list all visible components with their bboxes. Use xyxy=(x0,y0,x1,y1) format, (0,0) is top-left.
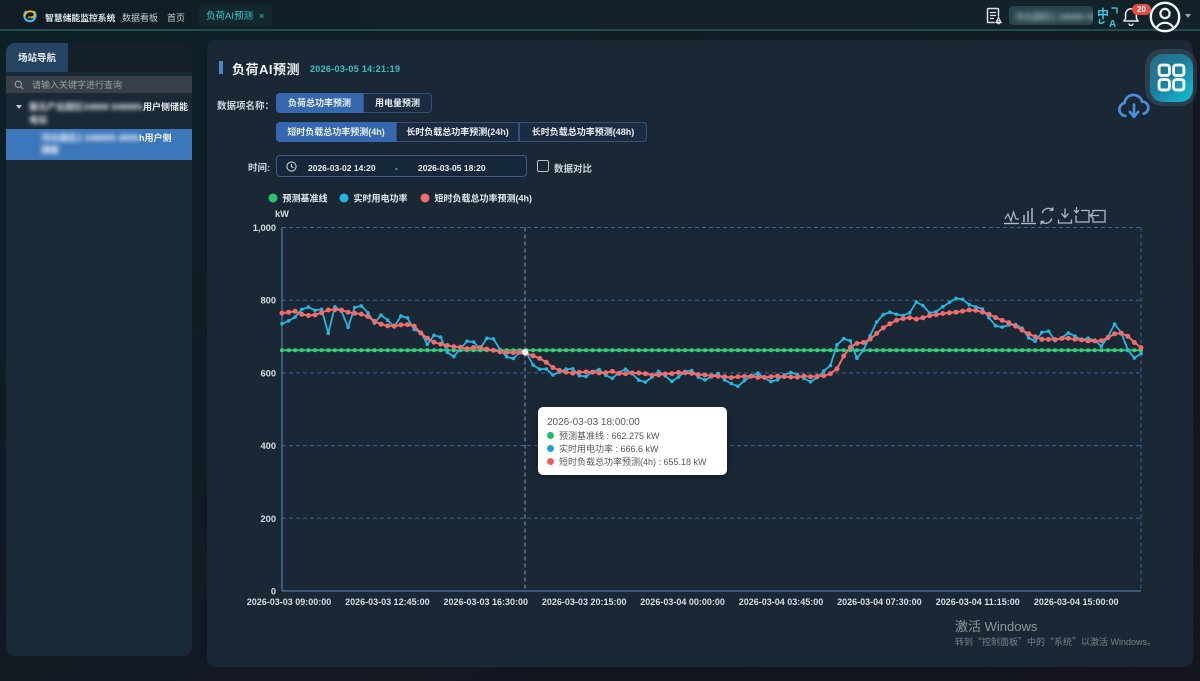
svg-text:A: A xyxy=(1109,19,1116,28)
